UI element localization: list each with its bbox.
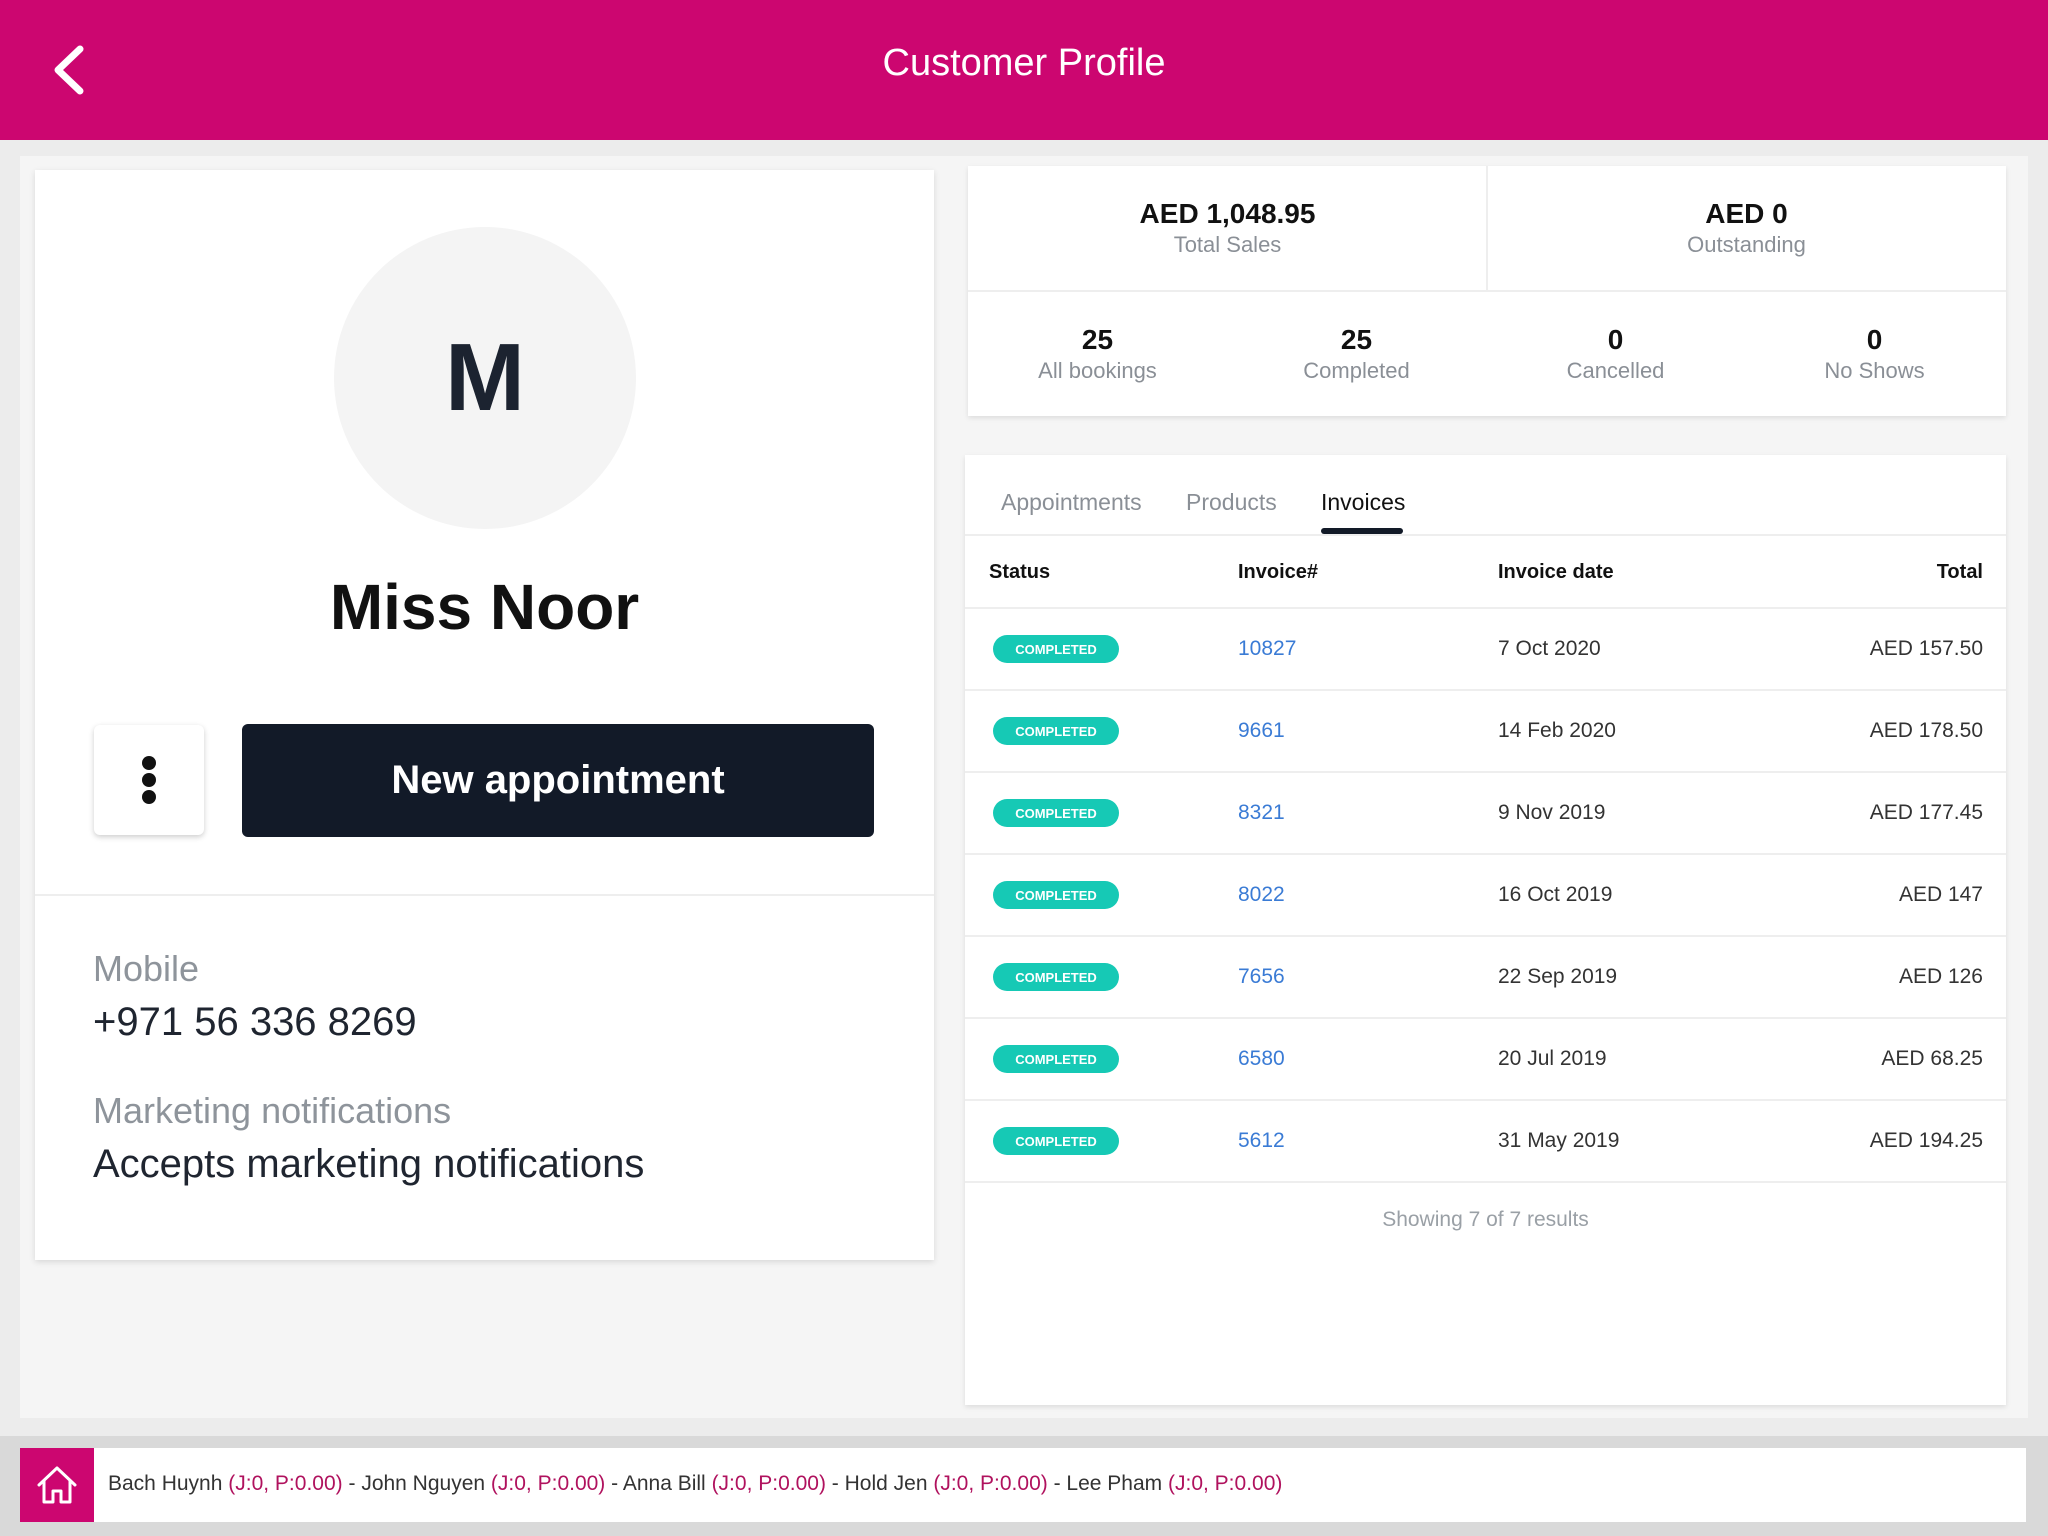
profile-card: M Miss Noor New appointment Mobile +971 … (35, 170, 934, 1260)
table-row[interactable]: COMPLETED 8022 16 Oct 2019 AED 147 (965, 853, 2006, 935)
invoice-total: AED 68.25 (1881, 1047, 1983, 1070)
invoice-link[interactable]: 10827 (1238, 637, 1296, 661)
marketing-label: Marketing notifications (93, 1090, 452, 1131)
invoice-total: AED 157.50 (1869, 637, 1983, 660)
status-badge: COMPLETED (993, 1127, 1119, 1155)
table-row[interactable]: COMPLETED 8321 9 Nov 2019 AED 177.45 (965, 771, 2006, 853)
mobile-value: +971 56 336 8269 (93, 1000, 417, 1044)
customer-name: Miss Noor (329, 571, 640, 643)
invoice-total: AED 147 (1898, 883, 1983, 906)
stat-outstanding: AED 0 Outstanding (1487, 166, 2006, 290)
more-vertical-icon (142, 753, 156, 807)
separator: - (825, 1472, 845, 1495)
tab-invoices[interactable]: Invoices (1321, 489, 1405, 516)
invoice-date: 7 Oct 2020 (1498, 637, 1601, 660)
stat-label: Completed (1303, 358, 1410, 383)
table-row[interactable]: COMPLETED 7656 22 Sep 2019 AED 126 (965, 935, 2006, 1017)
mobile-label: Mobile (93, 948, 200, 989)
separator: - (342, 1472, 362, 1495)
table-row[interactable]: COMPLETED 9661 14 Feb 2020 AED 178.50 (965, 689, 2006, 771)
invoice-link[interactable]: 8321 (1238, 801, 1285, 825)
invoice-date: 20 Jul 2019 (1498, 1047, 1607, 1070)
divider (965, 534, 2006, 536)
status-badge: COMPLETED (993, 717, 1119, 745)
avatar: M (334, 227, 636, 529)
home-icon (37, 1466, 77, 1504)
invoice-total: AED 126 (1898, 965, 1983, 988)
stat-value: 25 (1340, 324, 1373, 355)
table-row[interactable]: COMPLETED 10827 7 Oct 2020 AED 157.50 (965, 607, 2006, 689)
table-row[interactable]: COMPLETED 5612 31 May 2019 AED 194.25 (965, 1099, 2006, 1183)
separator: - (1047, 1472, 1067, 1495)
stat-label: No Shows (1824, 358, 1925, 383)
stat-value: 25 (1081, 324, 1114, 355)
page-title: Customer Profile (882, 42, 1166, 84)
avatar-initial: M (445, 324, 525, 431)
staff-name: Hold Jen (844, 1472, 928, 1495)
status-badge: COMPLETED (993, 1045, 1119, 1073)
tab-appointments[interactable]: Appointments (1001, 489, 1142, 516)
results-count: Showing 7 of 7 results (1382, 1208, 1589, 1231)
invoice-link[interactable]: 7656 (1238, 965, 1285, 989)
status-badge: COMPLETED (993, 881, 1119, 909)
column-header-status: Status (989, 561, 1051, 583)
stat-completed: 25 Completed (1227, 292, 1486, 416)
staff-stats: (J:0, P:0.00) (1168, 1472, 1283, 1495)
staff-list: Bach Huynh (J:0, P:0.00) - John Nguyen (… (108, 1472, 1282, 1496)
staff-name: Anna Bill (622, 1472, 706, 1495)
stat-value: AED 0 (1705, 198, 1788, 229)
divider (35, 894, 934, 896)
stat-no-shows: 0 No Shows (1745, 292, 2004, 416)
stat-value: AED 1,048.95 (1139, 198, 1316, 229)
invoice-total: AED 194.25 (1869, 1129, 1983, 1152)
column-header-invoice: Invoice# (1238, 561, 1319, 583)
stat-label: All bookings (1038, 358, 1157, 383)
stats-card: AED 1,048.95 Total Sales AED 0 Outstandi… (968, 166, 2006, 416)
staff-stats: (J:0, P:0.00) (490, 1472, 606, 1495)
stat-total-sales: AED 1,048.95 Total Sales (968, 166, 1487, 290)
staff-status-bar: Bach Huynh (J:0, P:0.00) - John Nguyen (… (0, 1436, 2048, 1536)
table-row[interactable]: COMPLETED 6580 20 Jul 2019 AED 68.25 (965, 1017, 2006, 1099)
stat-value: 0 (1607, 324, 1624, 355)
stat-label: Outstanding (1687, 232, 1806, 257)
staff-stats: (J:0, P:0.00) (933, 1472, 1048, 1495)
invoice-date: 14 Feb 2020 (1498, 719, 1616, 742)
marketing-value: Accepts marketing notifications (93, 1142, 645, 1186)
stat-all-bookings: 25 All bookings (968, 292, 1227, 416)
column-header-date: Invoice date (1498, 561, 1614, 583)
new-appointment-button[interactable]: New appointment (242, 724, 874, 837)
stat-label: Cancelled (1566, 358, 1665, 383)
invoice-link[interactable]: 8022 (1238, 883, 1285, 907)
invoice-total: AED 178.50 (1869, 719, 1983, 742)
home-button[interactable] (20, 1448, 94, 1522)
status-badge: COMPLETED (993, 963, 1119, 991)
status-badge: COMPLETED (993, 799, 1119, 827)
separator: - (605, 1472, 623, 1495)
stat-label: Total Sales (1173, 232, 1282, 257)
staff-stats: (J:0, P:0.00) (228, 1472, 343, 1495)
invoice-date: 9 Nov 2019 (1498, 801, 1606, 824)
invoice-date: 31 May 2019 (1498, 1129, 1620, 1152)
stat-cancelled: 0 Cancelled (1486, 292, 1745, 416)
status-badge: COMPLETED (993, 635, 1119, 663)
staff-status-panel: Bach Huynh (J:0, P:0.00) - John Nguyen (… (20, 1448, 2026, 1522)
staff-stats: (J:0, P:0.00) (711, 1472, 826, 1495)
invoice-link[interactable]: 9661 (1238, 719, 1285, 743)
invoice-date: 22 Sep 2019 (1498, 965, 1618, 988)
invoice-date: 16 Oct 2019 (1498, 883, 1613, 906)
column-header-total: Total (1936, 561, 1983, 583)
invoice-link[interactable]: 6580 (1238, 1047, 1285, 1071)
staff-name: John Nguyen (361, 1472, 486, 1495)
more-options-button[interactable] (94, 725, 204, 835)
history-card: Appointments Products Invoices Status In… (965, 455, 2006, 1405)
tab-products[interactable]: Products (1186, 489, 1277, 516)
staff-name: Bach Huynh (108, 1472, 223, 1495)
invoice-total: AED 177.45 (1869, 801, 1983, 824)
staff-name: Lee Pham (1066, 1472, 1163, 1495)
invoice-link[interactable]: 5612 (1238, 1129, 1285, 1153)
stat-value: 0 (1866, 324, 1883, 355)
app-header: Customer Profile (0, 0, 2048, 140)
